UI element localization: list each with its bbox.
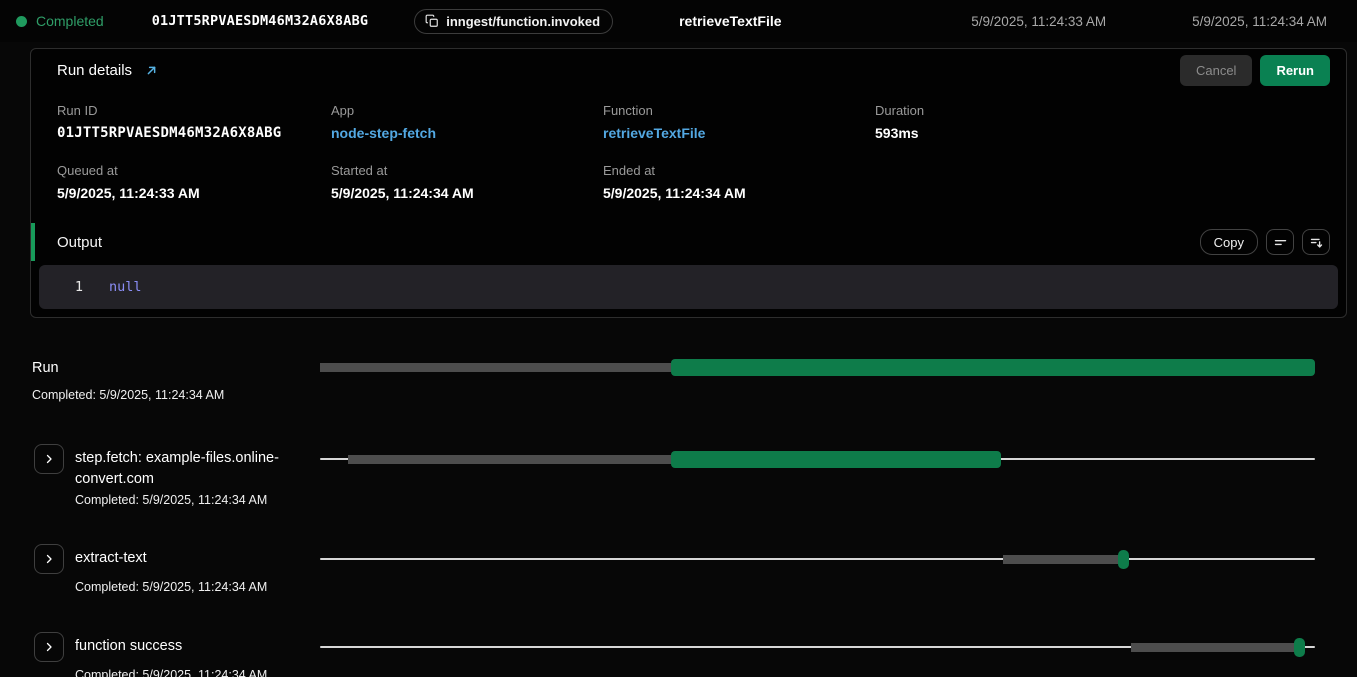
track-baseline [320, 558, 1315, 560]
trace-row-completed: Completed: 5/9/2025, 11:24:34 AM [75, 580, 267, 594]
output-code-block[interactable]: 1 null [39, 265, 1338, 309]
trace-row-name: extract-text [75, 544, 267, 569]
instant-step-marker[interactable] [1118, 550, 1129, 569]
event-name-label: inngest/function.invoked [446, 14, 600, 29]
field-duration: Duration 593ms [875, 103, 1147, 141]
queued-duration-bar [320, 363, 673, 372]
app-link[interactable]: node-step-fetch [331, 125, 603, 141]
output-accent-bar [31, 223, 35, 261]
event-name-badge[interactable]: inngest/function.invoked [414, 9, 613, 34]
field-run-id: Run ID 01JTT5RPVAESDM46M32A6X8ABG [57, 103, 331, 141]
card-actions: Cancel Rerun [1180, 55, 1330, 86]
wrap-text-icon[interactable] [1266, 229, 1294, 255]
run-details-card: Run details Cancel Rerun Run ID 01JTT5RP… [30, 48, 1347, 318]
expand-chevron-icon[interactable] [34, 544, 64, 574]
trace-row-labels: step.fetch: example-files.online-convert… [0, 444, 320, 507]
status-label: Completed [36, 13, 104, 29]
field-label: Ended at [603, 163, 875, 178]
trace-row-run: Run Completed: 5/9/2025, 11:24:34 AM [0, 356, 1357, 408]
run-status-bar: Completed 01JTT5RPVAESDM46M32A6X8ABG inn… [0, 0, 1357, 42]
field-value: 5/9/2025, 11:24:34 AM [603, 185, 875, 201]
trace-row-name: function success [75, 632, 267, 657]
field-app: App node-step-fetch [331, 103, 603, 141]
run-detail-grid: Run ID 01JTT5RPVAESDM46M32A6X8ABG App no… [31, 91, 1346, 223]
external-link-icon[interactable] [144, 63, 159, 78]
expand-chevron-icon[interactable] [34, 632, 64, 662]
scroll-to-bottom-icon[interactable] [1302, 229, 1330, 255]
field-label: Duration [875, 103, 1147, 118]
queued-duration-bar [1003, 555, 1119, 564]
field-value: 01JTT5RPVAESDM46M32A6X8ABG [57, 125, 331, 141]
trace-row-completed: Completed: 5/9/2025, 11:24:34 AM [75, 668, 267, 677]
field-label: App [331, 103, 603, 118]
copy-output-button[interactable]: Copy [1200, 229, 1258, 255]
card-header: Run details Cancel Rerun [31, 49, 1346, 91]
queued-timestamp: 5/9/2025, 11:24:33 AM [971, 14, 1106, 29]
trace-timeline: Run Completed: 5/9/2025, 11:24:34 AM ste… [0, 318, 1357, 677]
copy-icon [425, 14, 439, 28]
output-section-header: Output Copy [31, 223, 1346, 261]
field-ended-at: Ended at 5/9/2025, 11:24:34 AM [603, 163, 875, 201]
queued-duration-bar [348, 455, 673, 464]
output-title: Output [57, 234, 102, 251]
field-started-at: Started at 5/9/2025, 11:24:34 AM [331, 163, 603, 201]
trace-row-labels: function success Completed: 5/9/2025, 11… [0, 632, 320, 677]
run-id-text: 01JTT5RPVAESDM46M32A6X8ABG [152, 13, 369, 29]
field-value: 5/9/2025, 11:24:33 AM [57, 185, 331, 201]
status-indicator: Completed [16, 13, 104, 29]
trace-row-name: Run [32, 356, 264, 379]
trace-track [320, 632, 1315, 662]
run-duration-bar[interactable] [671, 359, 1315, 376]
queued-duration-bar [1131, 643, 1294, 652]
trace-row-function-success: function success Completed: 5/9/2025, 11… [0, 632, 1357, 677]
trace-track [320, 544, 1315, 574]
instant-step-marker[interactable] [1294, 638, 1305, 657]
field-label: Function [603, 103, 875, 118]
field-value: 593ms [875, 125, 1147, 141]
trace-row-completed: Completed: 5/9/2025, 11:24:34 AM [32, 388, 320, 402]
output-actions: Copy [1200, 229, 1330, 255]
trace-row-extract-text: extract-text Completed: 5/9/2025, 11:24:… [0, 544, 1357, 632]
trace-row-name: step.fetch: example-files.online-convert… [75, 444, 307, 490]
field-label: Queued at [57, 163, 331, 178]
line-number: 1 [39, 279, 83, 295]
expand-chevron-icon[interactable] [34, 444, 64, 474]
cancel-button[interactable]: Cancel [1180, 55, 1252, 86]
field-label: Started at [331, 163, 603, 178]
trace-track [320, 444, 1315, 474]
field-label: Run ID [57, 103, 331, 118]
field-value: 5/9/2025, 11:24:34 AM [331, 185, 603, 201]
started-timestamp: 5/9/2025, 11:24:34 AM [1192, 14, 1327, 29]
status-dot-icon [16, 16, 27, 27]
output-value: null [109, 279, 142, 295]
run-duration-bar[interactable] [671, 451, 1000, 468]
card-title: Run details [57, 62, 132, 79]
function-name-text: retrieveTextFile [679, 13, 781, 29]
function-link[interactable]: retrieveTextFile [603, 125, 875, 141]
field-queued-at: Queued at 5/9/2025, 11:24:33 AM [57, 163, 331, 201]
field-function: Function retrieveTextFile [603, 103, 875, 141]
trace-row-labels: extract-text Completed: 5/9/2025, 11:24:… [0, 544, 320, 594]
rerun-button[interactable]: Rerun [1260, 55, 1330, 86]
trace-track [320, 352, 1315, 382]
trace-row-step-fetch: step.fetch: example-files.online-convert… [0, 444, 1357, 540]
trace-row-labels: Run Completed: 5/9/2025, 11:24:34 AM [0, 356, 320, 402]
trace-row-completed: Completed: 5/9/2025, 11:24:34 AM [75, 493, 307, 507]
